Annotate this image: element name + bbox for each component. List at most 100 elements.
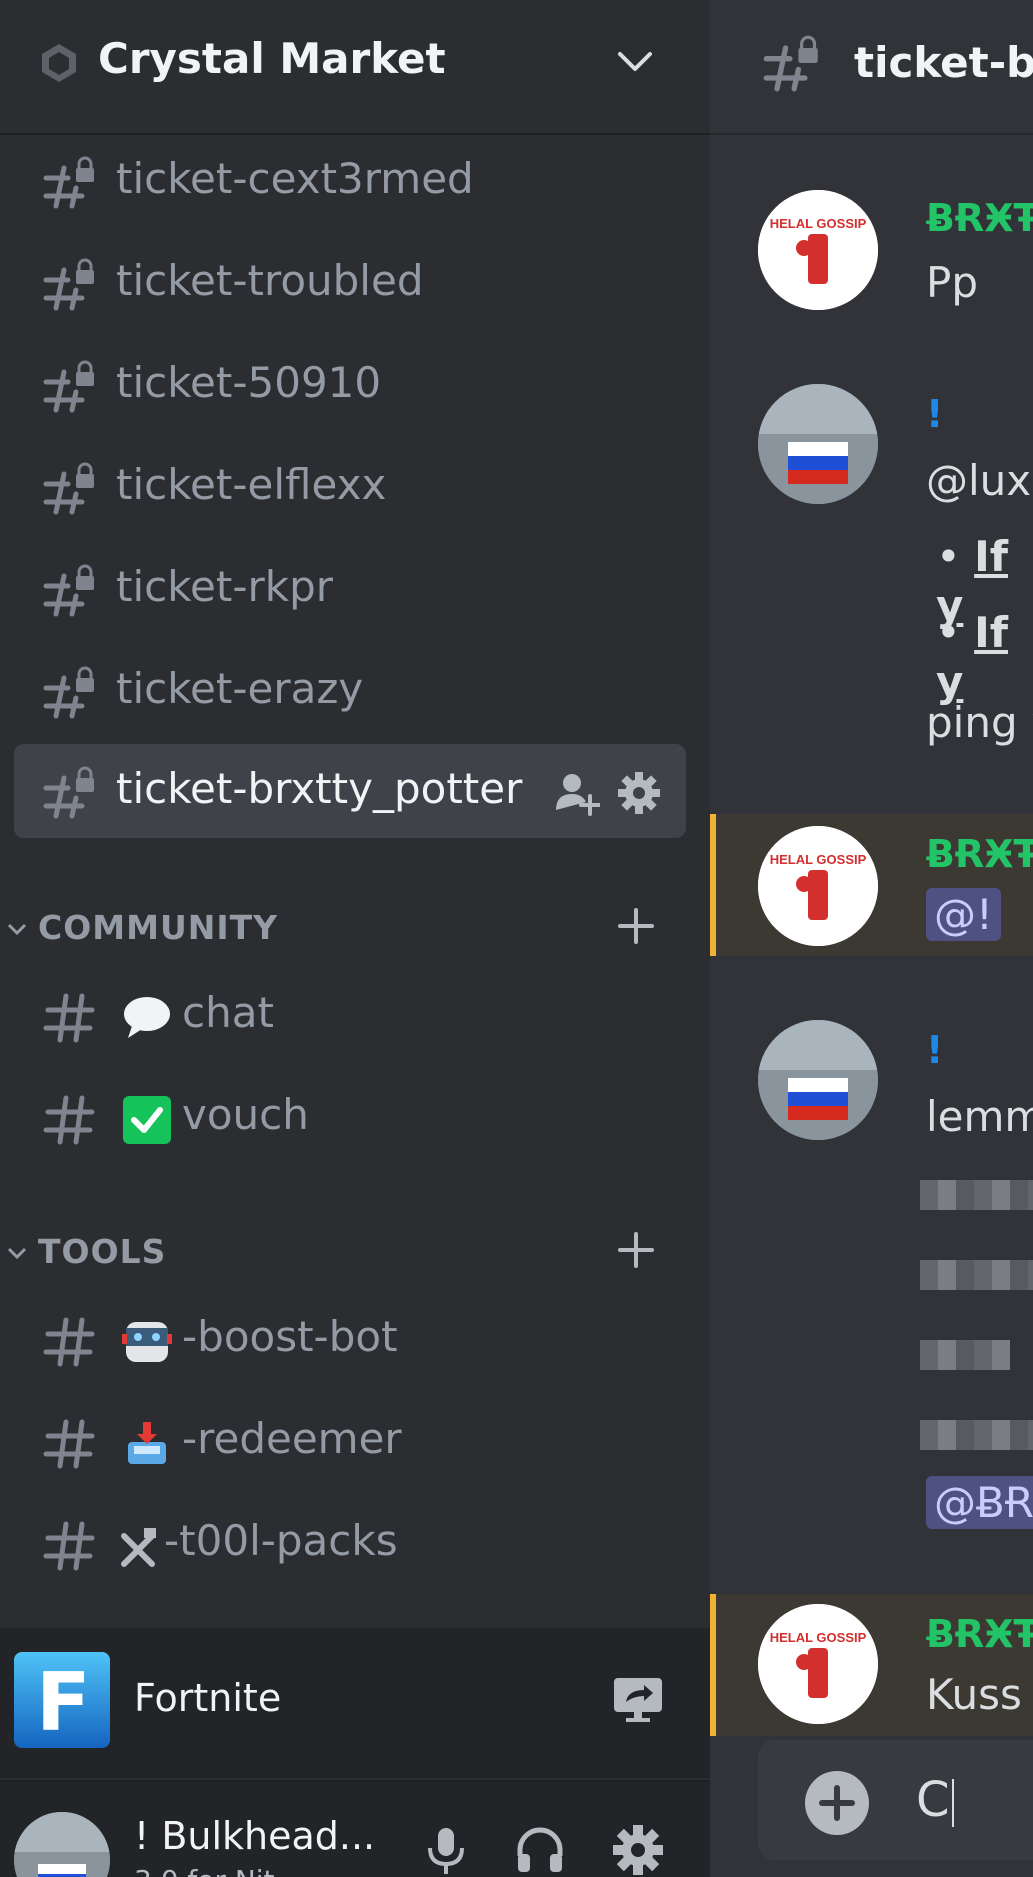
channel-t00l-packs[interactable]: -t00l-packs <box>14 1496 686 1590</box>
text-caret <box>951 1779 954 1827</box>
svg-text:HELAL GOSSIP: HELAL GOSSIP <box>770 852 867 867</box>
server-header[interactable]: Crystal Market <box>0 0 710 135</box>
channel-ticket-50910[interactable]: ticket-50910 <box>14 338 686 432</box>
channel-label: ticket-erazy <box>116 664 364 713</box>
channel-ticket-cext3rmed[interactable]: ticket-cext3rmed <box>14 134 686 228</box>
headphones-icon[interactable] <box>514 1824 566 1876</box>
channel-label: ticket-50910 <box>116 358 382 407</box>
channel-label: ticket-brxtty_potter <box>116 764 523 813</box>
channel-chat[interactable]: chat <box>14 968 686 1062</box>
redacted-line <box>920 1180 1033 1210</box>
user-mention[interactable]: @ɃɌ <box>926 1476 1033 1529</box>
fortnite-game-icon: F <box>14 1652 110 1749</box>
message-author[interactable]: ɃɌӾŦ <box>926 196 1033 240</box>
channel-ticket-brxtty-potter[interactable]: ticket-brxtty_potter <box>14 744 686 838</box>
user-settings-gear-icon[interactable] <box>612 1824 664 1876</box>
private-channel-icon <box>43 258 94 311</box>
message-text: lemm <box>926 1092 1033 1141</box>
message-text: @ɃɌ <box>926 1476 1033 1529</box>
avatar[interactable] <box>758 1020 878 1140</box>
message-text: Pp <box>926 258 978 307</box>
message-text: @luxi <box>926 456 1033 505</box>
message-author[interactable]: ! <box>926 1028 943 1072</box>
inbox-tray-icon <box>128 1422 166 1464</box>
message: HELAL GOSSIP ɃɌӾŦ Pp <box>710 180 1033 320</box>
channel-boost-bot[interactable]: -boost-bot <box>14 1292 686 1386</box>
channel-label: ticket-cext3rmed <box>116 154 474 203</box>
chevron-down-icon <box>7 1247 27 1260</box>
chevron-down-icon <box>7 923 27 936</box>
invite-member-icon[interactable] <box>554 770 600 816</box>
category-community[interactable]: COMMUNITY <box>0 898 710 958</box>
channel-label: vouch <box>182 1090 309 1139</box>
text-channel-icon <box>43 993 95 1043</box>
private-channel-icon <box>43 156 94 209</box>
server-name: Crystal Market <box>98 34 446 83</box>
channel-label: ticket-rkpr <box>116 562 334 611</box>
screen-share-icon[interactable] <box>612 1674 664 1726</box>
message-text: ping w <box>926 698 1033 747</box>
bullet-item: • If y <box>936 608 1009 706</box>
user-mention[interactable]: @! <box>926 888 1001 941</box>
message-author[interactable]: ɃɌӾŦ <box>926 1612 1033 1656</box>
private-channel-icon <box>43 360 94 413</box>
gear-icon[interactable] <box>616 770 662 816</box>
text-channel-icon <box>43 1317 95 1367</box>
channel-ticket-elflexx[interactable]: ticket-elflexx <box>14 440 686 534</box>
message-composer[interactable]: C <box>758 1740 1033 1860</box>
message-text: Kuss <box>926 1670 1022 1719</box>
avatar[interactable]: HELAL GOSSIP <box>758 1604 878 1724</box>
check-mark-icon <box>123 1096 171 1144</box>
private-channel-icon <box>763 35 818 92</box>
username: ! Bulkhead... <box>134 1814 376 1858</box>
channel-ticket-rkpr[interactable]: ticket-rkpr <box>14 542 686 636</box>
channel-label: -t00l-packs <box>164 1516 398 1565</box>
chat-area: ticket-br HELAL GOSSIP ɃɌӾŦ Pp ! @luxi •… <box>710 0 1033 1877</box>
message-text: @! <box>926 888 1001 941</box>
avatar[interactable]: HELAL GOSSIP <box>758 826 878 946</box>
chevron-down-icon[interactable] <box>612 42 658 82</box>
chat-header: ticket-br <box>710 0 1033 135</box>
message-input[interactable]: C <box>916 1772 954 1828</box>
server-boost-icon <box>42 44 76 82</box>
redacted-line <box>920 1260 1033 1290</box>
channel-label: ticket-troubled <box>116 256 424 305</box>
microphone-icon[interactable] <box>420 1824 472 1876</box>
channel-label: chat <box>182 988 274 1037</box>
private-channel-icon <box>43 462 94 515</box>
message: ! lemm @ɃɌ <box>710 1012 1033 1552</box>
text-channel-icon <box>43 1095 95 1145</box>
channel-ticket-erazy[interactable]: ticket-erazy <box>14 644 686 738</box>
user-panel: ! Bulkhead... 3.0 for Nit <box>0 1780 710 1877</box>
svg-text:HELAL GOSSIP: HELAL GOSSIP <box>770 1630 867 1645</box>
add-channel-icon[interactable] <box>614 904 658 948</box>
channel-ticket-troubled[interactable]: ticket-troubled <box>14 236 686 330</box>
message-mention: HELAL GOSSIP ɃɌӾŦ Kuss <box>710 1594 1033 1736</box>
message-author[interactable]: ɃɌӾŦ <box>926 832 1033 876</box>
private-channel-icon <box>43 766 94 819</box>
channel-sidebar: Crystal Market ticket-cext3rmed ticket-t… <box>0 0 710 1877</box>
private-channel-icon <box>43 564 94 617</box>
tools-icon <box>121 1528 156 1567</box>
svg-text:HELAL GOSSIP: HELAL GOSSIP <box>770 216 867 231</box>
redacted-line <box>920 1420 1033 1450</box>
game-name: Fortnite <box>134 1676 282 1720</box>
message-mention: HELAL GOSSIP ɃɌӾŦ @! <box>710 814 1033 956</box>
channel-vouch[interactable]: vouch <box>14 1070 686 1164</box>
add-attachment-icon[interactable] <box>804 1770 870 1836</box>
add-channel-icon[interactable] <box>614 1228 658 1272</box>
speech-bubble-icon <box>124 997 170 1038</box>
channel-label: -boost-bot <box>182 1312 398 1361</box>
category-name: COMMUNITY <box>38 908 279 947</box>
activity-panel: F Fortnite <box>0 1628 710 1778</box>
robot-icon <box>122 1322 172 1362</box>
category-tools[interactable]: TOOLS <box>0 1222 710 1282</box>
category-name: TOOLS <box>38 1232 167 1271</box>
text-channel-icon <box>43 1419 95 1469</box>
avatar[interactable]: HELAL GOSSIP <box>758 190 878 310</box>
avatar[interactable] <box>14 1812 110 1877</box>
channel-redeemer[interactable]: -redeemer <box>14 1394 686 1488</box>
message: ! @luxi • If y • If y ping w <box>710 376 1033 776</box>
avatar[interactable] <box>758 384 878 504</box>
message-author[interactable]: ! <box>926 392 943 436</box>
